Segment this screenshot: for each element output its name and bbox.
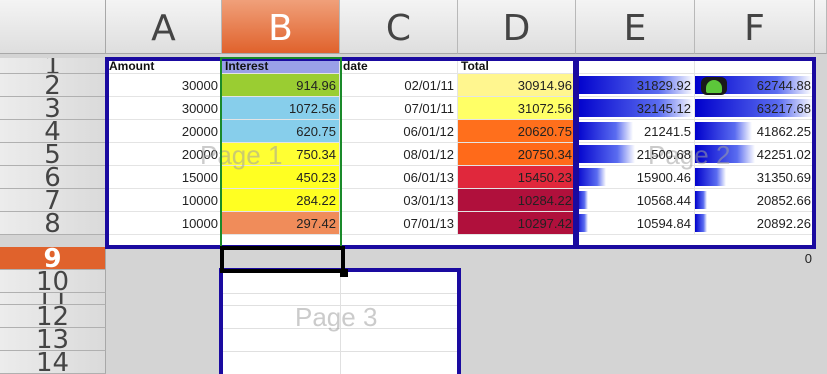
row-header-3[interactable]: 3 [0, 97, 106, 120]
row-header-1[interactable]: 1 [0, 58, 106, 74]
cell-value: 41862.25 [756, 124, 811, 139]
row-header-5[interactable]: 5 [0, 143, 106, 166]
column-header-f[interactable]: F [695, 0, 815, 54]
row-header-14[interactable]: 14 [0, 351, 106, 374]
fill-handle[interactable] [340, 269, 348, 277]
row-header-7[interactable]: 7 [0, 189, 106, 212]
column-header-a[interactable]: A [106, 0, 222, 54]
cell-value: 15900.46 [636, 170, 691, 185]
cell-value: 62744.88 [756, 78, 811, 93]
cell-value: 10568.44 [636, 193, 691, 208]
column-header-d[interactable]: D [458, 0, 576, 54]
column-header-c[interactable]: C [340, 0, 458, 54]
cell-value: 32145.12 [636, 101, 691, 116]
column-header-g[interactable] [815, 0, 827, 54]
row-header-10[interactable]: 10 [0, 270, 106, 293]
print-range-border-page-3 [219, 268, 461, 374]
row-header-13[interactable]: 13 [0, 328, 106, 351]
traffic-light-icon [701, 77, 727, 95]
cell-value: 63217.68 [756, 101, 811, 116]
cell-value: 21500.68 [636, 147, 691, 162]
select-all-corner[interactable] [0, 0, 106, 54]
cell-value: 31350.69 [756, 170, 811, 185]
row-header-12[interactable]: 12 [0, 305, 106, 328]
cell-value: 20892.26 [756, 216, 811, 231]
row-header-9[interactable]: 9 [0, 247, 106, 270]
cell-f9[interactable]: 0 [695, 247, 815, 270]
cell-value: 21241.5 [644, 124, 691, 139]
row-header-2[interactable]: 2 [0, 74, 106, 97]
cell-cursor-b9[interactable] [220, 246, 345, 273]
cell-value: 10594.84 [636, 216, 691, 231]
row-header-8[interactable]: 8 [0, 212, 106, 235]
cell-value: 42251.02 [756, 147, 811, 162]
row-header-11[interactable]: 11 [0, 293, 106, 305]
row-header-4[interactable]: 4 [0, 120, 106, 143]
column-header-b[interactable]: B [222, 0, 340, 54]
cell-value: 20852.66 [756, 193, 811, 208]
column-header-e[interactable]: E [576, 0, 695, 54]
cell-value: 31829.92 [636, 78, 691, 93]
interest-column-frame [220, 57, 342, 249]
row-header-6[interactable]: 6 [0, 166, 106, 189]
